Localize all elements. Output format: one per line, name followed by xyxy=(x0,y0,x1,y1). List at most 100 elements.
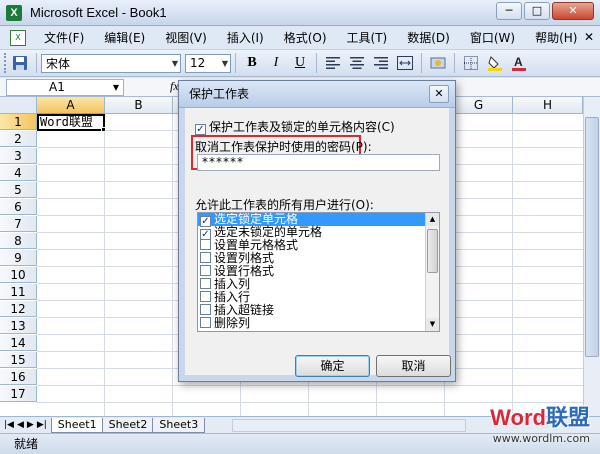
row-header[interactable]: 13 xyxy=(0,318,37,334)
row-header[interactable]: 9 xyxy=(0,250,37,266)
row-header[interactable]: 1 xyxy=(0,114,37,130)
prev-sheet-icon[interactable]: ◀ xyxy=(17,420,24,430)
watermark: Word联盟 www.wordlm.com xyxy=(490,400,590,445)
toolbar-grip[interactable] xyxy=(4,53,8,73)
permission-label: 设置列格式 xyxy=(214,251,275,265)
menu-help[interactable]: 帮助(H) xyxy=(525,28,587,48)
row-header[interactable]: 6 xyxy=(0,199,37,215)
permission-item[interactable]: 删除列 xyxy=(198,317,426,330)
row-header[interactable]: 10 xyxy=(0,267,37,283)
name-box-value: A1 xyxy=(49,80,65,94)
font-name-select[interactable]: 宋体 ▼ xyxy=(41,53,181,73)
fill-handle[interactable] xyxy=(101,127,106,132)
protect-option[interactable]: ✓ 保护工作表及锁定的单元格内容(C) xyxy=(195,118,395,135)
row-header[interactable]: 12 xyxy=(0,301,37,317)
menu-view[interactable]: 视图(V) xyxy=(155,28,217,48)
fill-color-icon[interactable] xyxy=(486,54,504,72)
row-header[interactable]: 11 xyxy=(0,284,37,300)
borders-icon[interactable] xyxy=(462,54,480,72)
row-header[interactable]: 7 xyxy=(0,216,37,232)
scroll-down-icon[interactable]: ▼ xyxy=(426,318,439,331)
row-header[interactable]: 14 xyxy=(0,335,37,351)
italic-button[interactable]: I xyxy=(267,54,285,72)
sheet-tab-sheet1[interactable]: Sheet1 xyxy=(50,417,104,433)
workbook-icon[interactable]: X xyxy=(10,30,26,46)
permission-checkbox[interactable] xyxy=(200,239,211,250)
row-header[interactable]: 16 xyxy=(0,369,37,385)
menu-insert[interactable]: 插入(I) xyxy=(217,28,274,48)
row-header[interactable]: 3 xyxy=(0,148,37,164)
permission-label: 设置行格式 xyxy=(214,264,275,278)
underline-button[interactable]: U xyxy=(291,54,309,72)
row-header[interactable]: 2 xyxy=(0,131,37,147)
permission-label: 插入列 xyxy=(214,277,251,291)
ok-button[interactable]: 确定 xyxy=(295,355,370,377)
watermark-brand-cn: 联盟 xyxy=(545,405,590,430)
font-color-icon[interactable]: A xyxy=(510,54,528,72)
save-icon[interactable] xyxy=(11,54,29,72)
permission-checkbox[interactable] xyxy=(200,291,211,302)
last-sheet-icon[interactable]: ▶| xyxy=(37,420,47,430)
font-size-select[interactable]: 12 ▼ xyxy=(185,53,231,73)
bold-button[interactable]: B xyxy=(243,54,261,72)
align-right-icon[interactable] xyxy=(372,54,390,72)
permission-checkbox[interactable] xyxy=(200,304,211,315)
column-header-h[interactable]: H xyxy=(513,97,583,114)
first-sheet-icon[interactable]: |◀ xyxy=(4,420,14,430)
row-header[interactable]: 8 xyxy=(0,233,37,249)
window-title: Microsoft Excel - Book1 xyxy=(30,5,167,20)
row-header[interactable]: 15 xyxy=(0,352,37,368)
dialog-close-button[interactable]: ✕ xyxy=(429,85,449,103)
sheet-tab-sheet2[interactable]: Sheet2 xyxy=(101,417,155,433)
close-workbook-icon[interactable]: ✕ xyxy=(584,30,594,44)
permission-label: 插入行 xyxy=(214,290,251,304)
menu-edit[interactable]: 编辑(E) xyxy=(94,28,155,48)
row-header[interactable]: 4 xyxy=(0,165,37,181)
close-button[interactable]: ✕ xyxy=(552,2,594,20)
permission-checkbox[interactable] xyxy=(200,278,211,289)
dialog-title-bar[interactable]: 保护工作表 ✕ xyxy=(179,81,455,108)
protect-sheet-dialog: 保护工作表 ✕ ✓ 保护工作表及锁定的单元格内容(C) 取消工作表保护时使用的密码… xyxy=(178,80,456,382)
menu-window[interactable]: 窗口(W) xyxy=(460,28,525,48)
name-box[interactable]: A1 ▼ xyxy=(6,79,124,96)
cancel-button[interactable]: 取消 xyxy=(376,355,451,377)
merge-center-icon[interactable] xyxy=(396,54,414,72)
protect-label: 保护工作表及锁定的单元格内容(C) xyxy=(209,120,395,134)
watermark-url: www.wordlm.com xyxy=(492,432,590,445)
permission-checkbox[interactable] xyxy=(200,317,211,328)
menu-file[interactable]: 文件(F) xyxy=(34,28,94,48)
sheet-nav: |◀ ◀ ▶ ▶| xyxy=(0,420,51,430)
scrollbar-thumb[interactable] xyxy=(585,117,599,357)
align-left-icon[interactable] xyxy=(324,54,342,72)
title-bar: X Microsoft Excel - Book1 ─ □ ✕ xyxy=(0,0,600,26)
protect-checkbox[interactable]: ✓ xyxy=(195,124,206,135)
row-header[interactable]: 5 xyxy=(0,182,37,198)
align-center-icon[interactable] xyxy=(348,54,366,72)
permissions-list[interactable]: ✓ 选定锁定单元格 ✓ 选定未锁定的单元格 设置单元格格式 设置列格式 设置行格式 … xyxy=(197,212,440,332)
permission-checkbox[interactable] xyxy=(200,265,211,276)
toolbar-separator xyxy=(316,53,317,73)
gridline xyxy=(37,385,600,386)
horizontal-scrollbar[interactable] xyxy=(232,419,466,432)
row-header[interactable]: 17 xyxy=(0,386,37,402)
password-input[interactable]: ****** xyxy=(197,154,440,171)
minimize-button[interactable]: ─ xyxy=(496,2,522,20)
list-scrollbar[interactable]: ▲ ▼ xyxy=(425,213,439,331)
list-scroll-thumb[interactable] xyxy=(427,229,438,273)
scroll-up-icon[interactable]: ▲ xyxy=(426,213,439,226)
menu-format[interactable]: 格式(O) xyxy=(274,28,337,48)
maximize-button[interactable]: □ xyxy=(524,2,550,20)
permission-label: 选定未锁定的单元格 xyxy=(214,225,323,239)
select-all-corner[interactable] xyxy=(0,97,37,114)
column-header-b[interactable]: B xyxy=(105,97,173,114)
menu-data[interactable]: 数据(D) xyxy=(397,28,460,48)
cell-a1[interactable]: Word联盟 xyxy=(37,114,105,131)
watermark-brand-latin: Word xyxy=(490,405,546,430)
sheet-tab-sheet3[interactable]: Sheet3 xyxy=(152,417,206,433)
permission-checkbox[interactable] xyxy=(200,252,211,263)
column-header-a[interactable]: A xyxy=(37,97,105,114)
vertical-scrollbar[interactable] xyxy=(583,97,600,416)
currency-style-icon[interactable] xyxy=(429,54,447,72)
next-sheet-icon[interactable]: ▶ xyxy=(27,420,34,430)
menu-tools[interactable]: 工具(T) xyxy=(337,28,398,48)
